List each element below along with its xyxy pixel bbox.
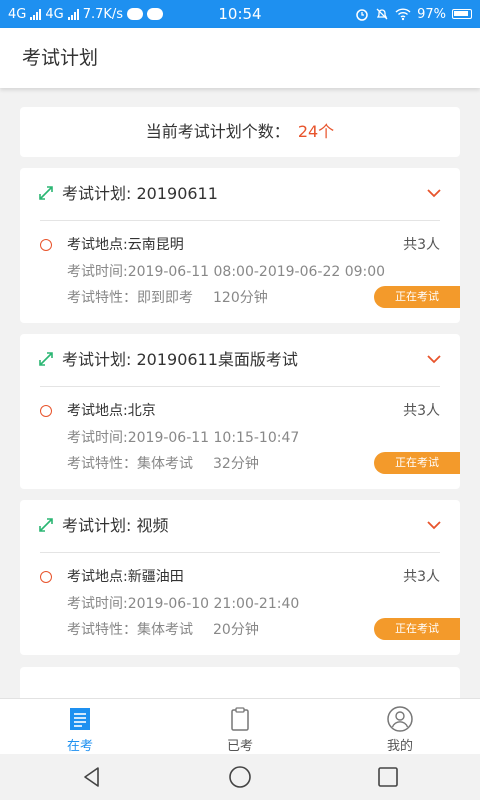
battery-icon (452, 9, 472, 19)
exam-duration: 120分钟 (213, 290, 268, 306)
chevron-down-icon[interactable] (426, 353, 442, 365)
exam-attribute: 考试特性：即到即考 (67, 290, 193, 306)
plan-header[interactable]: 考试计划: 视频 (20, 500, 460, 552)
exam-people-count: 共3人 (403, 569, 440, 585)
exam-time: 考试时间:2019-06-11 08:00-2019-06-22 09:00 (67, 264, 386, 280)
status-badge[interactable]: 正在考试 (374, 286, 460, 308)
bottom-nav: 在考 已考 我的 (0, 698, 480, 754)
exam-location: 考试地点:云南昆明 (67, 237, 184, 253)
exam-attribute-row: 考试特性：即到即考 120分钟 (67, 286, 268, 310)
nav-tab-mine[interactable]: 我的 (320, 699, 480, 755)
exam-plan-card[interactable]: 考试计划: 视频 考试地点:新疆油田 共3人 考试时间:2019-06-10 2… (20, 500, 460, 655)
divider (40, 386, 440, 387)
exam-attribute-row: 考试特性：集体考试 32分钟 (67, 452, 259, 476)
plan-title: 考试计划: 20190611桌面版考试 (62, 350, 298, 369)
exam-plan-card[interactable]: 考试计划: 20190611 考试地点:云南昆明 共3人 考试时间:2019-0… (20, 168, 460, 323)
nav-label: 已考 (226, 739, 253, 754)
chevron-down-icon[interactable] (426, 519, 442, 531)
circle-bullet-icon (40, 571, 52, 583)
nav-label: 我的 (386, 739, 413, 754)
exam-duration: 32分钟 (213, 456, 259, 472)
recents-square-icon[interactable] (376, 765, 400, 789)
divider (40, 552, 440, 553)
system-nav-bar (0, 754, 480, 800)
back-triangle-icon[interactable] (80, 765, 104, 789)
exam-attribute: 考试特性：集体考试 (67, 456, 193, 472)
status-badge[interactable]: 正在考试 (374, 618, 460, 640)
plan-title: 考试计划: 20190611 (62, 184, 218, 203)
exam-people-count: 共3人 (403, 403, 440, 419)
plan-header[interactable]: 考试计划: 20190611桌面版考试 (20, 334, 460, 386)
home-circle-icon[interactable] (228, 765, 252, 789)
exam-location: 考试地点:新疆油田 (67, 569, 184, 585)
expand-arrows-icon (39, 518, 53, 532)
expand-arrows-icon (39, 186, 53, 200)
circle-bullet-icon (40, 239, 52, 251)
exam-location: 考试地点:北京 (67, 403, 156, 419)
app-bar: 考试计划 (0, 28, 480, 88)
exam-plan-card[interactable]: 考试计划: 20190611桌面版考试 考试地点:北京 共3人 考试时间:201… (20, 334, 460, 489)
exam-attribute-row: 考试特性：集体考试 20分钟 (67, 618, 259, 642)
user-icon (387, 706, 413, 732)
circle-bullet-icon (40, 405, 52, 417)
exam-time: 考试时间:2019-06-11 10:15-10:47 (67, 430, 300, 446)
exam-time: 考试时间:2019-06-10 21:00-21:40 (67, 596, 300, 612)
nav-tab-finished[interactable]: 已考 (160, 699, 320, 755)
plan-count-label: 当前考试计划个数： (145, 122, 290, 141)
expand-arrows-icon (39, 352, 53, 366)
plan-count-value: 24个 (297, 122, 335, 141)
exam-duration: 20分钟 (213, 622, 259, 638)
wifi-icon (395, 8, 411, 21)
plan-title: 考试计划: 视频 (62, 516, 169, 535)
list-icon (70, 708, 90, 730)
status-badge[interactable]: 正在考试 (374, 452, 460, 474)
nav-label: 在考 (66, 739, 93, 754)
battery-percent: 97% (417, 6, 446, 22)
mute-icon (376, 8, 388, 20)
chevron-down-icon[interactable] (426, 187, 442, 199)
clipboard-icon (231, 707, 249, 731)
plan-header[interactable]: 考试计划: 20190611 (20, 168, 460, 220)
exam-people-count: 共3人 (403, 237, 440, 253)
divider (40, 220, 440, 221)
plan-count-card: 当前考试计划个数： 24个 (20, 107, 460, 157)
alarm-icon (356, 9, 368, 21)
page-title: 考试计划 (22, 47, 99, 69)
nav-tab-ongoing[interactable]: 在考 (0, 699, 160, 755)
status-bar: 4G 4G 7.7K/s 10:54 97% (0, 0, 480, 28)
exam-attribute: 考试特性：集体考试 (67, 622, 193, 638)
